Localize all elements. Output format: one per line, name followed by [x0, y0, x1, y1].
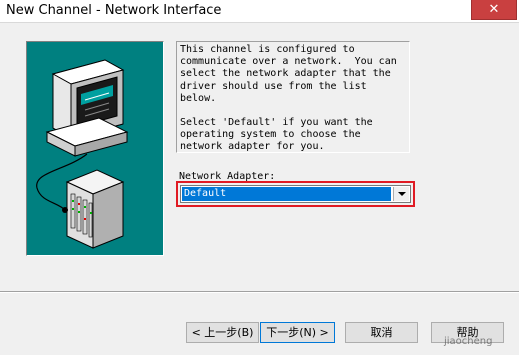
back-button[interactable]: < 上一步(B) — [186, 322, 259, 343]
cancel-button[interactable]: 取消 — [345, 322, 418, 343]
network-adapter-combobox[interactable]: Default — [180, 185, 411, 203]
description-box: This channel is configured to communicat… — [176, 41, 410, 153]
description-paragraph-2: Select 'Default' if you want the operati… — [180, 117, 379, 153]
network-illustration — [26, 41, 164, 256]
pc-to-network-device-icon — [36, 59, 129, 249]
watermark: jiaocheng — [444, 336, 493, 347]
title-bar: New Channel - Network Interface ✕ — [0, 0, 519, 23]
description-paragraph-1: This channel is configured to communicat… — [180, 44, 403, 104]
button-separator — [0, 291, 519, 293]
next-button[interactable]: 下一步(N) > — [260, 322, 335, 343]
close-button[interactable]: ✕ — [471, 0, 517, 20]
network-adapter-selected[interactable]: Default — [182, 187, 391, 201]
window-title: New Channel - Network Interface — [6, 3, 222, 18]
dropdown-arrow-icon[interactable] — [393, 187, 409, 201]
